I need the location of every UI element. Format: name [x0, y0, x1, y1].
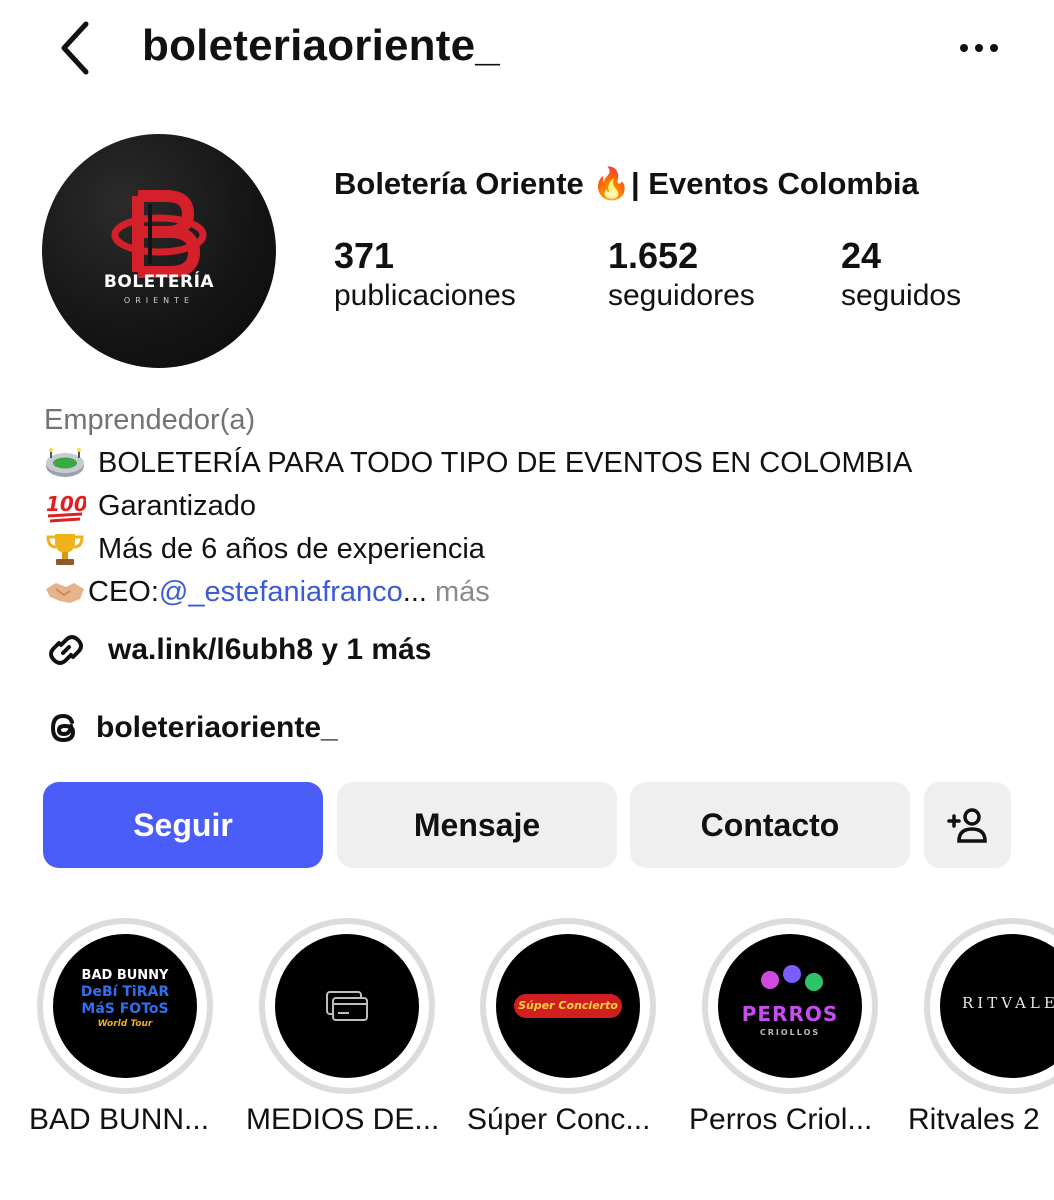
add-user-icon — [946, 808, 987, 843]
highlight-art-line: BAD BUNNY — [81, 968, 169, 983]
highlight-art-line: World Tour — [97, 1019, 153, 1029]
highlight-art-text: PERROS — [741, 1002, 839, 1026]
svg-text:100: 100 — [46, 492, 86, 516]
bio-line-experience: Más de 6 años de experiencia — [44, 531, 485, 567]
bio-line-events: BOLETERÍA PARA TODO TIPO DE EVENTOS EN C… — [44, 445, 912, 481]
credit-card-icon — [326, 991, 368, 1021]
threads-icon — [50, 713, 76, 743]
highlight-label[interactable]: Ritvales 2 — [908, 1100, 1040, 1140]
contact-button[interactable]: Contacto — [630, 782, 910, 868]
highlight-ritvales[interactable]: RITVALE — [924, 918, 1054, 1094]
hundred-points-icon: 100 — [44, 489, 88, 523]
follow-button[interactable]: Seguir — [43, 782, 323, 868]
profile-full-name: Boletería Oriente 🔥| Eventos Colombia — [334, 166, 919, 201]
bio-line-ceo: CEO: @_estefaniafranco ... más — [44, 574, 490, 610]
highlight-label[interactable]: BAD BUNN... — [29, 1100, 209, 1140]
threads-username[interactable]: boleteriaoriente_ — [96, 708, 338, 748]
message-button[interactable]: Mensaje — [337, 782, 617, 868]
stat-posts[interactable]: 371 publicaciones — [334, 234, 516, 314]
highlight-art-line: DeBí TiRAR — [80, 984, 170, 1000]
stat-following-label: seguidos — [841, 279, 962, 312]
highlight-payment-methods[interactable] — [259, 918, 435, 1094]
handshake-icon — [44, 575, 86, 609]
back-button[interactable] — [52, 18, 102, 78]
avatar-brand-text: BOLETERÍA — [103, 272, 215, 292]
stat-posts-value: 371 — [334, 235, 395, 276]
page-title: boleteriaoriente_ — [142, 21, 500, 70]
top-bar: boleteriaoriente_ — [0, 0, 1054, 100]
highlight-cover — [275, 934, 419, 1078]
profile-avatar[interactable]: BOLETERÍA ORIENTE — [42, 134, 276, 368]
highlight-art-text: Súper Concierto — [514, 994, 622, 1018]
bio-more-link[interactable]: más — [435, 574, 490, 610]
stat-followers[interactable]: 1.652 seguidores — [608, 234, 755, 314]
highlight-art-line: MáS FOToS — [81, 1001, 169, 1017]
bio-ellipsis: ... — [402, 576, 436, 608]
link-icon — [49, 635, 83, 665]
chevron-left-icon — [61, 21, 89, 75]
boleteria-logo-icon — [111, 190, 207, 278]
stat-following[interactable]: 24 seguidos — [841, 234, 961, 314]
trophy-icon — [44, 532, 86, 566]
stat-following-value: 24 — [841, 235, 882, 276]
threads-badge[interactable]: boleteriaoriente_ — [44, 708, 338, 748]
profile-category: Emprendedor(a) — [44, 404, 256, 436]
highlight-label[interactable]: MEDIOS DE... — [246, 1100, 439, 1140]
highlight-bad-bunny[interactable]: BAD BUNNY DeBí TiRAR MáS FOToS World Tou… — [37, 918, 213, 1094]
more-options-button[interactable] — [952, 28, 1008, 68]
bio-line-guarantee: 100 Garantizado — [44, 488, 256, 524]
highlight-super-concierto[interactable]: Súper Concierto — [480, 918, 656, 1094]
stat-followers-value: 1.652 — [608, 235, 699, 276]
bio-line-3-text: Más de 6 años de experiencia — [98, 533, 485, 565]
stat-posts-label: publicaciones — [334, 279, 516, 312]
avatar-brand-subtext: ORIENTE — [123, 296, 195, 305]
highlight-art-text: RITVALE — [962, 994, 1054, 1012]
highlight-cover: PERROS CRIOLLOS — [718, 934, 862, 1078]
bio-ceo-mention[interactable]: @_estefaniafranco — [159, 574, 403, 610]
highlight-cover: Súper Concierto — [496, 934, 640, 1078]
suggested-users-button[interactable] — [924, 782, 1011, 868]
bio-line-2-text: Garantizado — [98, 490, 256, 522]
highlight-art-subtext: CRIOLLOS — [759, 1028, 821, 1037]
profile-link-text[interactable]: wa.link/l6ubh8 y 1 más — [108, 630, 431, 670]
stat-followers-label: seguidores — [608, 279, 755, 312]
highlight-label[interactable]: Perros Criol... — [689, 1100, 872, 1140]
more-horizontal-icon — [960, 44, 998, 52]
profile-link[interactable]: wa.link/l6ubh8 y 1 más — [44, 628, 431, 672]
highlight-cover: BAD BUNNY DeBí TiRAR MáS FOToS World Tou… — [53, 934, 197, 1078]
stadium-icon — [44, 446, 86, 480]
bio-line-1-text: BOLETERÍA PARA TODO TIPO DE EVENTOS EN C… — [98, 447, 913, 479]
highlight-label[interactable]: Súper Conc... — [467, 1100, 650, 1140]
highlight-perros-criollos[interactable]: PERROS CRIOLLOS — [702, 918, 878, 1094]
bio-ceo-prefix: CEO: — [88, 576, 159, 608]
